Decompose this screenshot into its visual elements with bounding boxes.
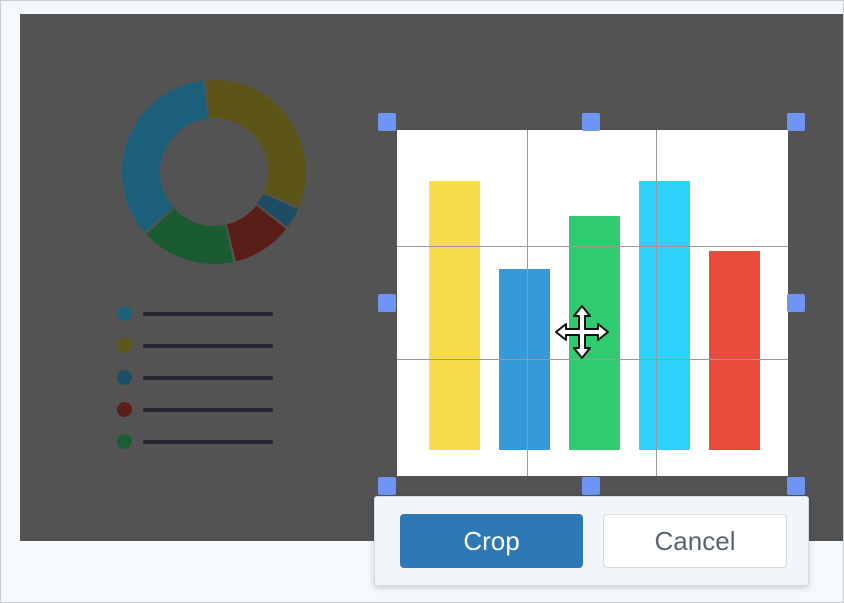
resize-handle-top-right-icon[interactable] [787,113,805,131]
move-arrows-icon [555,305,609,359]
legend-dot [117,338,132,353]
cancel-button[interactable]: Cancel [603,514,787,568]
chart-bar [639,181,690,450]
crop-grid-line-h1 [397,246,788,247]
crop-toolbar: Crop Cancel [374,496,809,586]
legend-line [143,376,273,380]
resize-handle-left-icon[interactable] [378,294,396,312]
legend-dot [117,402,132,417]
legend-line [143,440,273,444]
resize-handle-bottom-right-icon[interactable] [787,477,805,495]
crop-grid-line-v1 [527,130,528,476]
legend-dot [117,306,132,321]
legend-line [143,408,273,412]
editor-canvas: Crop Cancel [0,0,844,603]
crop-grid-line-v2 [656,130,657,476]
resize-handle-top-left-icon[interactable] [378,113,396,131]
resize-handle-right-icon[interactable] [787,294,805,312]
donut-slice [121,80,208,233]
crop-button[interactable]: Crop [400,514,583,568]
legend-dot [117,434,132,449]
resize-handle-bottom-left-icon[interactable] [378,477,396,495]
resize-handle-bottom-icon[interactable] [582,477,600,495]
chart-bar [709,251,760,450]
legend-dot [117,370,132,385]
donut-chart-image [121,80,306,264]
legend-line [143,344,273,348]
resize-handle-top-icon[interactable] [582,113,600,131]
chart-bar [429,181,480,450]
legend-line [143,312,273,316]
donut-slice [206,80,306,207]
